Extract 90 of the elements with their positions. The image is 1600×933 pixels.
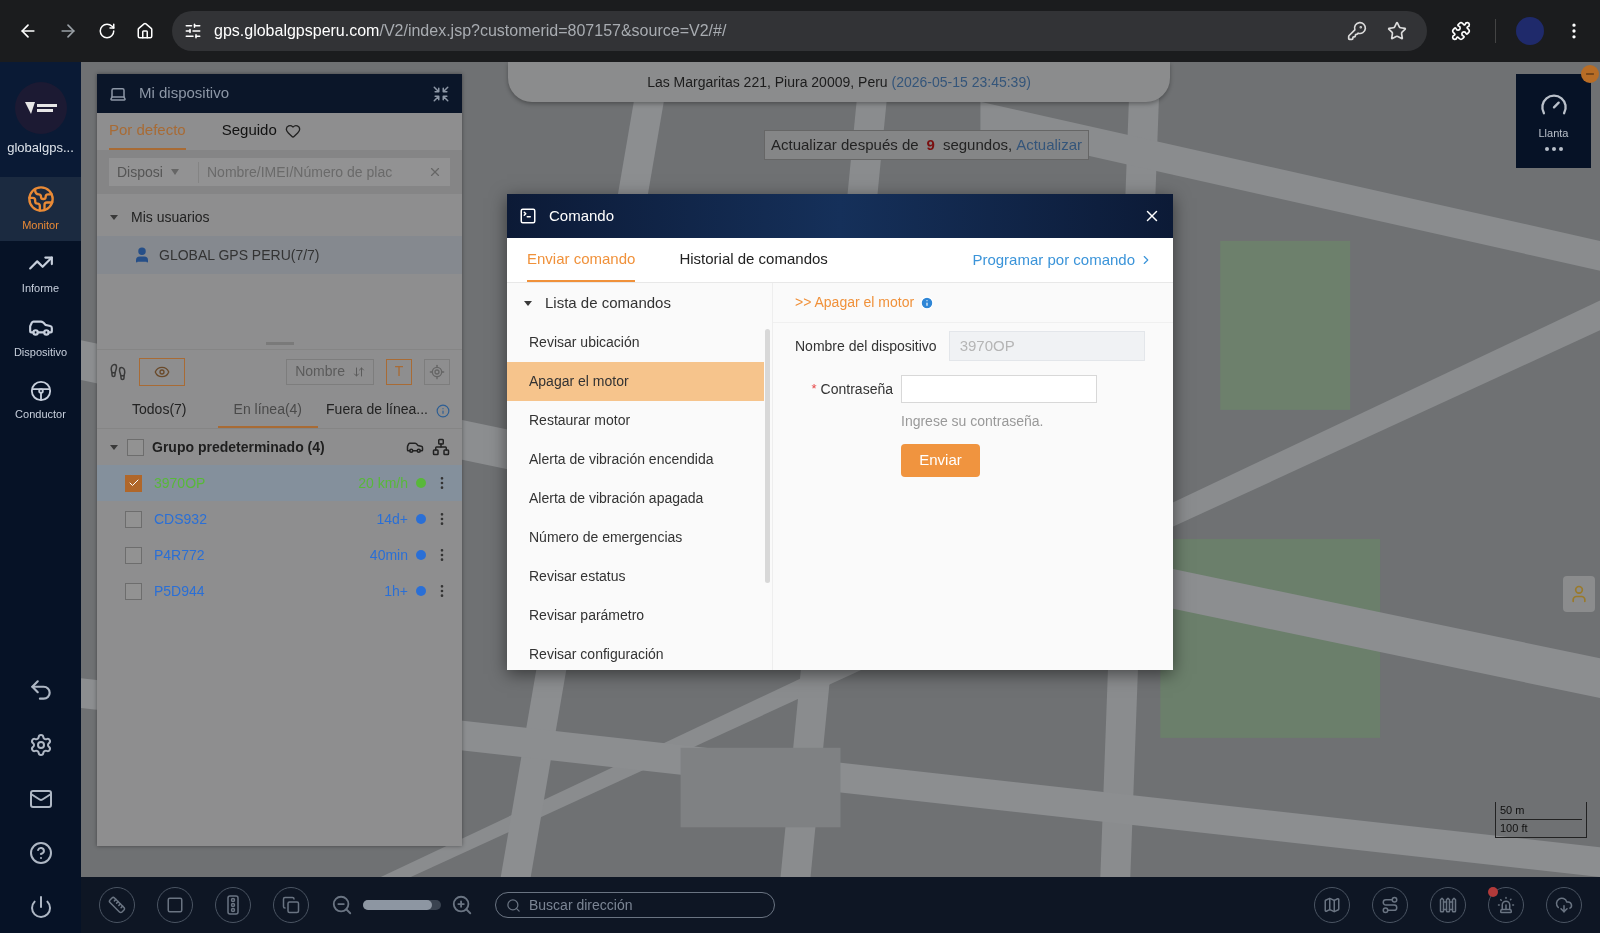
reload-icon[interactable]: [98, 22, 116, 40]
address-search-input[interactable]: Buscar dirección: [529, 894, 764, 916]
logo-mark-icon: [22, 99, 59, 116]
device-status: 20 km/h: [358, 473, 408, 493]
command-item[interactable]: Apagar el motor: [507, 362, 764, 401]
countdown: 9: [926, 134, 935, 155]
sort-icon: [353, 365, 365, 378]
nav-item[interactable]: Conductor: [0, 369, 81, 433]
command-item[interactable]: Revisar estatus: [507, 557, 764, 596]
collapse-icon[interactable]: [432, 84, 450, 103]
filter-tab[interactable]: En línea(4): [217, 393, 319, 428]
device-status: 1h+: [384, 581, 408, 601]
command-item[interactable]: Restaurar motor: [507, 401, 764, 440]
key-icon[interactable]: [1347, 21, 1367, 41]
zoom-in-icon[interactable]: [451, 894, 473, 916]
group-label[interactable]: Grupo predeterminado (4): [152, 436, 398, 458]
device-status: 40min: [369, 545, 408, 565]
steering-wheel-icon: [29, 379, 52, 402]
schedule-link[interactable]: Programar por comando: [972, 238, 1153, 282]
brand-name: globalgps...: [7, 138, 74, 157]
command-item[interactable]: Alerta de vibración encendida: [507, 440, 764, 479]
map-icon: [1323, 896, 1341, 914]
check-icon: [127, 477, 140, 489]
password-field[interactable]: [901, 375, 1097, 403]
checkbox[interactable]: [125, 474, 142, 492]
search-icon: [506, 897, 521, 913]
home-icon[interactable]: [136, 22, 154, 40]
command-item[interactable]: Número de emergencias: [507, 518, 764, 557]
ruler-icon: [108, 896, 126, 914]
refresh-text: Actualizar después de: [771, 134, 919, 155]
terminal-icon: [519, 207, 537, 225]
modal-title: Comando: [549, 205, 616, 226]
nav-item[interactable]: Dispositivo: [0, 305, 81, 369]
site-settings-icon[interactable]: [184, 22, 202, 40]
command-item[interactable]: Revisar configuración: [507, 635, 764, 674]
command-title: >> Apagar el motor: [795, 293, 915, 312]
panel-tab[interactable]: Seguido: [221, 113, 301, 150]
layers-icon: [282, 896, 300, 914]
checkbox[interactable]: [125, 582, 142, 600]
info-icon[interactable]: [436, 403, 450, 418]
settings-icon[interactable]: [28, 733, 53, 757]
cloud-download-icon: [1555, 896, 1573, 914]
mail-icon[interactable]: [28, 787, 53, 811]
field-label: Nombre del dispositivo: [795, 336, 937, 356]
extensions-icon[interactable]: [1451, 21, 1471, 41]
map-scale: 50 m 100 ft: [1495, 802, 1587, 838]
traffic-light-icon: [227, 895, 239, 915]
route-icon: [1381, 896, 1399, 914]
globe-icon: [26, 184, 55, 213]
device-status: 14d+: [376, 509, 408, 529]
heart-icon[interactable]: [284, 122, 301, 139]
command-item[interactable]: Alerta de vibración apagada: [507, 479, 764, 518]
nav-item[interactable]: Monitor: [0, 177, 81, 241]
user-icon: [133, 246, 151, 264]
hierarchy-icon[interactable]: [432, 438, 450, 456]
command-item[interactable]: Revisar ubicación: [507, 323, 764, 362]
caret-icon[interactable]: [523, 298, 533, 308]
square-icon: [166, 896, 184, 914]
filter-tab[interactable]: Fuera de línea...: [326, 393, 428, 428]
checkbox[interactable]: [125, 510, 142, 528]
zoom-out-icon[interactable]: [331, 894, 353, 916]
list-header[interactable]: Lista de comandos: [545, 291, 671, 315]
bookmark-star-icon[interactable]: [1387, 21, 1407, 41]
address-bar[interactable]: gps.globalgpsperu.com/V2/index.jsp?customerid=807157&source=V2/#/: [172, 11, 1427, 51]
power-icon[interactable]: [28, 895, 53, 919]
scrollbar[interactable]: [765, 329, 770, 583]
panel-title: Mi dispositivo: [139, 83, 231, 104]
help-icon[interactable]: [28, 841, 53, 865]
fence-icon: [1439, 896, 1457, 914]
person-icon: [1569, 584, 1589, 604]
required-mark: *: [811, 380, 817, 399]
modal-tab[interactable]: Historial de comandos: [679, 238, 828, 282]
tree-label[interactable]: Mis usuarios: [131, 206, 210, 228]
device-name-field: 3970OP: [948, 331, 1145, 361]
nav-item[interactable]: Informe: [0, 241, 81, 305]
refresh-text: segundos,: [942, 134, 1013, 155]
password-hint: Ingrese su contraseña.: [901, 412, 1045, 431]
command-item[interactable]: Revisar parámetro: [507, 596, 764, 635]
checkbox[interactable]: [125, 546, 142, 564]
tree-item[interactable]: GLOBAL GPS PERU(7/7): [97, 236, 462, 274]
checkbox[interactable]: [127, 438, 144, 456]
more-icon[interactable]: [1544, 147, 1563, 152]
tire-widget[interactable]: Llanta: [1516, 74, 1591, 168]
visibility-button[interactable]: [139, 357, 185, 386]
locate-icon: [429, 363, 445, 380]
field-label: Contraseña: [820, 379, 893, 399]
footprints-icon[interactable]: [109, 362, 127, 381]
filter-tab[interactable]: Todos(7): [109, 393, 210, 428]
siren-icon: [1497, 896, 1515, 914]
address-text: Las Margaritas 221, Piura 20009, Peru (2026-05-15 23:45:39): [647, 72, 1031, 92]
